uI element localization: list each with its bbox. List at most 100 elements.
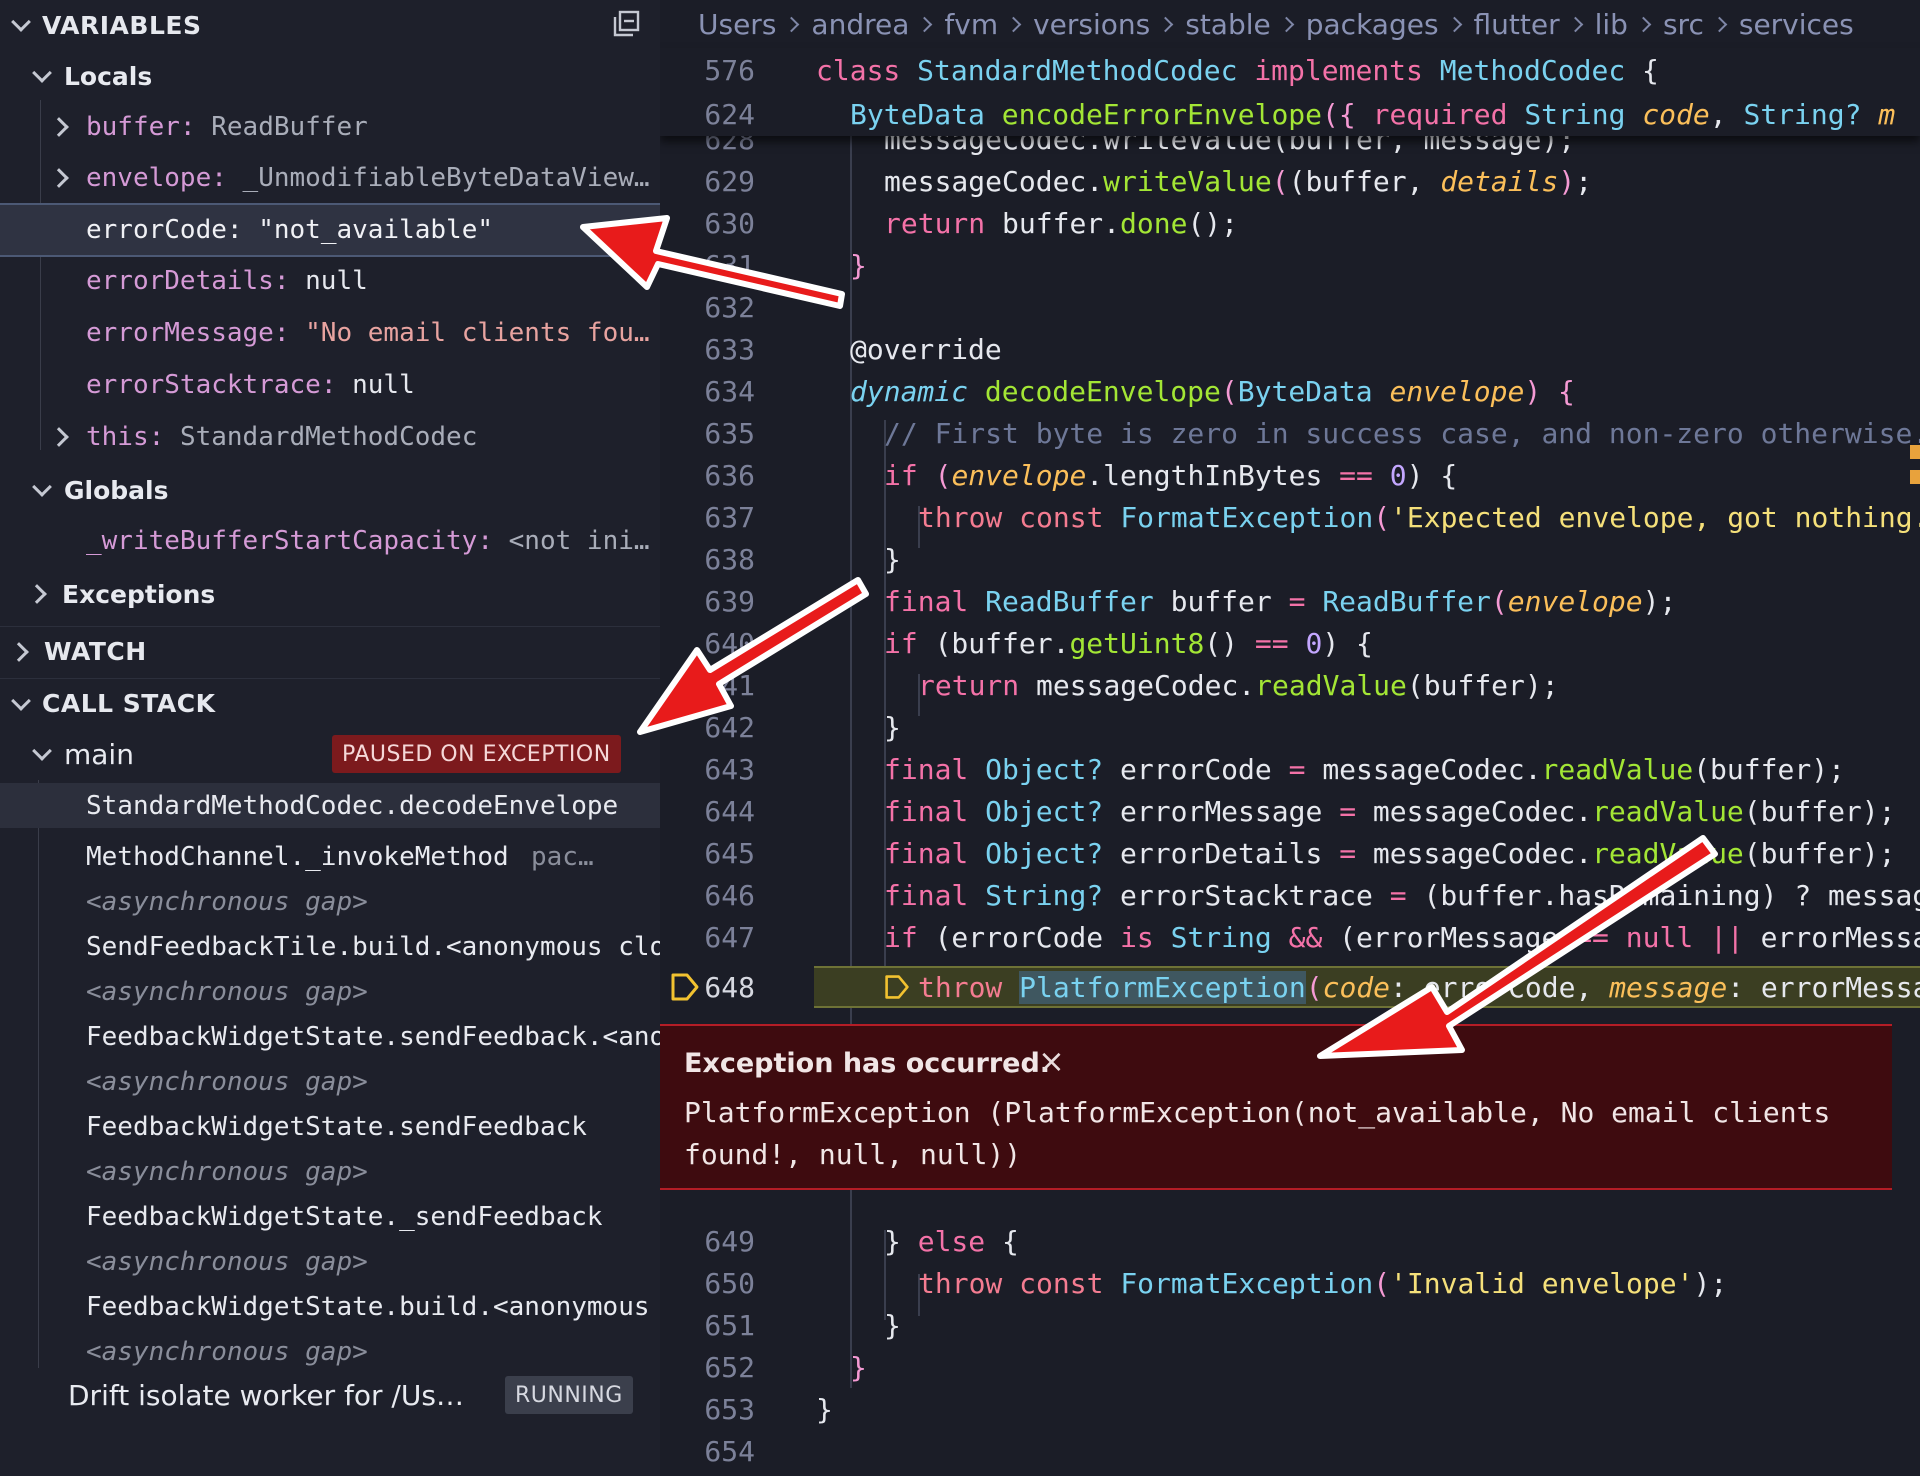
code-line[interactable]: 630 return buffer.done(); — [660, 202, 1920, 244]
variable-errorStacktrace[interactable]: errorStacktrace: null — [0, 360, 660, 410]
variable-buffer[interactable]: buffer: ReadBuffer — [0, 102, 660, 152]
exceptions-label: Exceptions — [62, 579, 216, 609]
code-line[interactable]: 634 dynamic decodeEnvelope(ByteData enve… — [660, 370, 1920, 412]
running-status-badge: RUNNING — [505, 1376, 633, 1414]
exception-message: PlatformException (PlatformException(not… — [684, 1096, 1831, 1171]
breadcrumb-item[interactable]: andrea — [811, 8, 944, 41]
code-line[interactable]: 652 } — [660, 1346, 1920, 1388]
chevron-right-icon — [1278, 16, 1295, 32]
stack-frame[interactable]: FeedbackWidgetState.sendFeedback.<ano — [0, 1014, 660, 1059]
watch-title: WATCH — [44, 637, 147, 666]
debug-sidebar: VARIABLES Locals buffer: ReadBuffer enve… — [0, 0, 660, 1476]
watch-section-header[interactable]: WATCH — [0, 626, 660, 676]
code-line[interactable]: 629 messageCodec.writeValue((buffer, det… — [660, 160, 1920, 202]
locals-scope[interactable]: Locals — [0, 51, 660, 101]
code-line[interactable]: 649 } else { — [660, 1220, 1920, 1262]
variable-this[interactable]: this: StandardMethodCodec — [0, 412, 660, 462]
globals-label: Globals — [64, 475, 169, 505]
code-line-current[interactable]: 648 throw PlatformException(code: errorC… — [660, 966, 1920, 1008]
breadcrumb-item[interactable]: fvm — [944, 8, 1033, 41]
code-line[interactable]: 646 final String? errorStacktrace = (buf… — [660, 874, 1920, 916]
chevron-right-icon — [1446, 16, 1462, 32]
exceptions-scope[interactable]: Exceptions — [0, 569, 660, 619]
breadcrumb: Users andrea fvm versions stable package… — [660, 0, 1920, 48]
stack-frame[interactable]: StandardMethodCodec.decodeEnvelope — [0, 783, 660, 828]
async-gap: <asynchronous gap> — [86, 1066, 368, 1097]
code-line[interactable]: 642 } — [660, 706, 1920, 748]
code-line[interactable]: 636 if (envelope.lengthInBytes == 0) { — [660, 454, 1920, 496]
chevron-down-icon — [11, 690, 31, 711]
code-line[interactable]: 643 final Object? errorCode = messageCod… — [660, 748, 1920, 790]
code-line[interactable]: 647 if (errorCode is String && (errorMes… — [660, 916, 1920, 958]
code-line[interactable]: 641 return messageCodec.readValue(buffer… — [660, 664, 1920, 706]
sticky-scroll-header[interactable]: 576 class StandardMethodCodec implements… — [660, 48, 1920, 136]
variables-section-header[interactable]: VARIABLES — [0, 0, 660, 50]
code-line[interactable]: 639 final ReadBuffer buffer = ReadBuffer… — [660, 580, 1920, 622]
code-line[interactable]: 637 throw const FormatException('Expecte… — [660, 496, 1920, 538]
code-line[interactable]: 640 if (buffer.getUint8() == 0) { — [660, 622, 1920, 664]
variable-envelope[interactable]: envelope: _UnmodifiableByteDataView… — [0, 153, 660, 203]
locals-label: Locals — [64, 61, 153, 91]
code-line[interactable]: 631 } — [660, 244, 1920, 286]
stack-frame[interactable]: SendFeedbackTile.build.<anonymous clo — [0, 924, 660, 969]
async-gap: <asynchronous gap> — [86, 1336, 368, 1367]
variable-writeBufferStartCapacity[interactable]: _writeBufferStartCapacity: <not ini… — [0, 516, 660, 566]
breadcrumb-item[interactable]: versions — [1033, 8, 1185, 41]
breadcrumb-item[interactable]: packages — [1306, 8, 1474, 41]
stack-frame[interactable]: FeedbackWidgetState.build.<anonymous — [0, 1284, 660, 1329]
exception-widget: Exception has occurred. × PlatformExcept… — [660, 1024, 1892, 1190]
code-line[interactable]: 635 // First byte is zero in success cas… — [660, 412, 1920, 454]
chevron-right-icon — [1635, 16, 1652, 32]
chevron-right-icon — [9, 641, 29, 662]
callstack-section-header[interactable]: CALL STACK — [0, 678, 660, 728]
chevron-right-icon — [1567, 16, 1583, 32]
breadcrumb-item[interactable]: flutter — [1474, 8, 1595, 41]
exception-title: Exception has occurred. — [684, 1048, 1051, 1079]
stack-frame[interactable]: MethodChannel._invokeMethod pac… — [0, 834, 660, 879]
overview-ruler-mark — [1910, 470, 1920, 484]
sticky-line[interactable]: 576 class StandardMethodCodec implements… — [660, 48, 1920, 92]
thread-drift-label: Drift isolate worker for /Us… — [68, 1378, 464, 1412]
thread-main-label: main — [64, 737, 134, 771]
code-line[interactable]: 650 throw const FormatException('Invalid… — [660, 1262, 1920, 1304]
chevron-down-icon — [32, 477, 52, 497]
code-editor[interactable]: Users andrea fvm versions stable package… — [660, 0, 1920, 1476]
async-gap: <asynchronous gap> — [86, 1156, 368, 1187]
breadcrumb-item[interactable]: Users — [698, 8, 811, 41]
chevron-right-icon — [49, 117, 69, 137]
breadcrumb-item[interactable]: services — [1739, 8, 1854, 41]
sticky-line[interactable]: 624 ByteData encodeErrorEnvelope({ requi… — [660, 92, 1920, 136]
collapse-all-icon[interactable] — [612, 10, 640, 38]
code-line[interactable]: 654 — [660, 1430, 1920, 1472]
breadcrumb-item[interactable]: src — [1663, 8, 1739, 41]
paused-status-badge: PAUSED ON EXCEPTION — [332, 735, 621, 773]
overview-ruler-mark — [1910, 445, 1920, 459]
chevron-right-icon — [1711, 16, 1728, 32]
chevron-right-icon — [49, 427, 69, 447]
breakpoint-paused-icon — [885, 975, 909, 999]
code-line[interactable]: 633 @override — [660, 328, 1920, 370]
async-gap: <asynchronous gap> — [86, 976, 368, 1007]
close-icon[interactable]: × — [1038, 1042, 1065, 1080]
globals-scope[interactable]: Globals — [0, 465, 660, 515]
code-line[interactable]: 644 final Object? errorMessage = message… — [660, 790, 1920, 832]
code-line[interactable]: 645 final Object? errorDetails = message… — [660, 832, 1920, 874]
chevron-right-icon — [1005, 16, 1022, 32]
code-line[interactable]: 632 — [660, 286, 1920, 328]
chevron-down-icon — [32, 63, 52, 83]
variable-errorMessage[interactable]: errorMessage: "No email clients fou… — [0, 308, 660, 358]
stack-frame[interactable]: FeedbackWidgetState._sendFeedback — [0, 1194, 660, 1239]
chevron-right-icon — [27, 584, 47, 604]
variable-errorDetails[interactable]: errorDetails: null — [0, 256, 660, 306]
async-gap: <asynchronous gap> — [86, 886, 368, 917]
chevron-right-icon — [1157, 16, 1174, 32]
chevron-right-icon — [917, 16, 933, 32]
stack-frame[interactable]: FeedbackWidgetState.sendFeedback — [0, 1104, 660, 1149]
breadcrumb-item[interactable]: lib — [1595, 8, 1663, 41]
code-line[interactable]: 638 } — [660, 538, 1920, 580]
code-line[interactable]: 651 } — [660, 1304, 1920, 1346]
breadcrumb-item[interactable]: stable — [1185, 8, 1306, 41]
variable-errorCode[interactable]: errorCode: "not_available" — [0, 203, 660, 257]
code-line[interactable]: 653 } — [660, 1388, 1920, 1430]
variables-title: VARIABLES — [42, 10, 202, 40]
